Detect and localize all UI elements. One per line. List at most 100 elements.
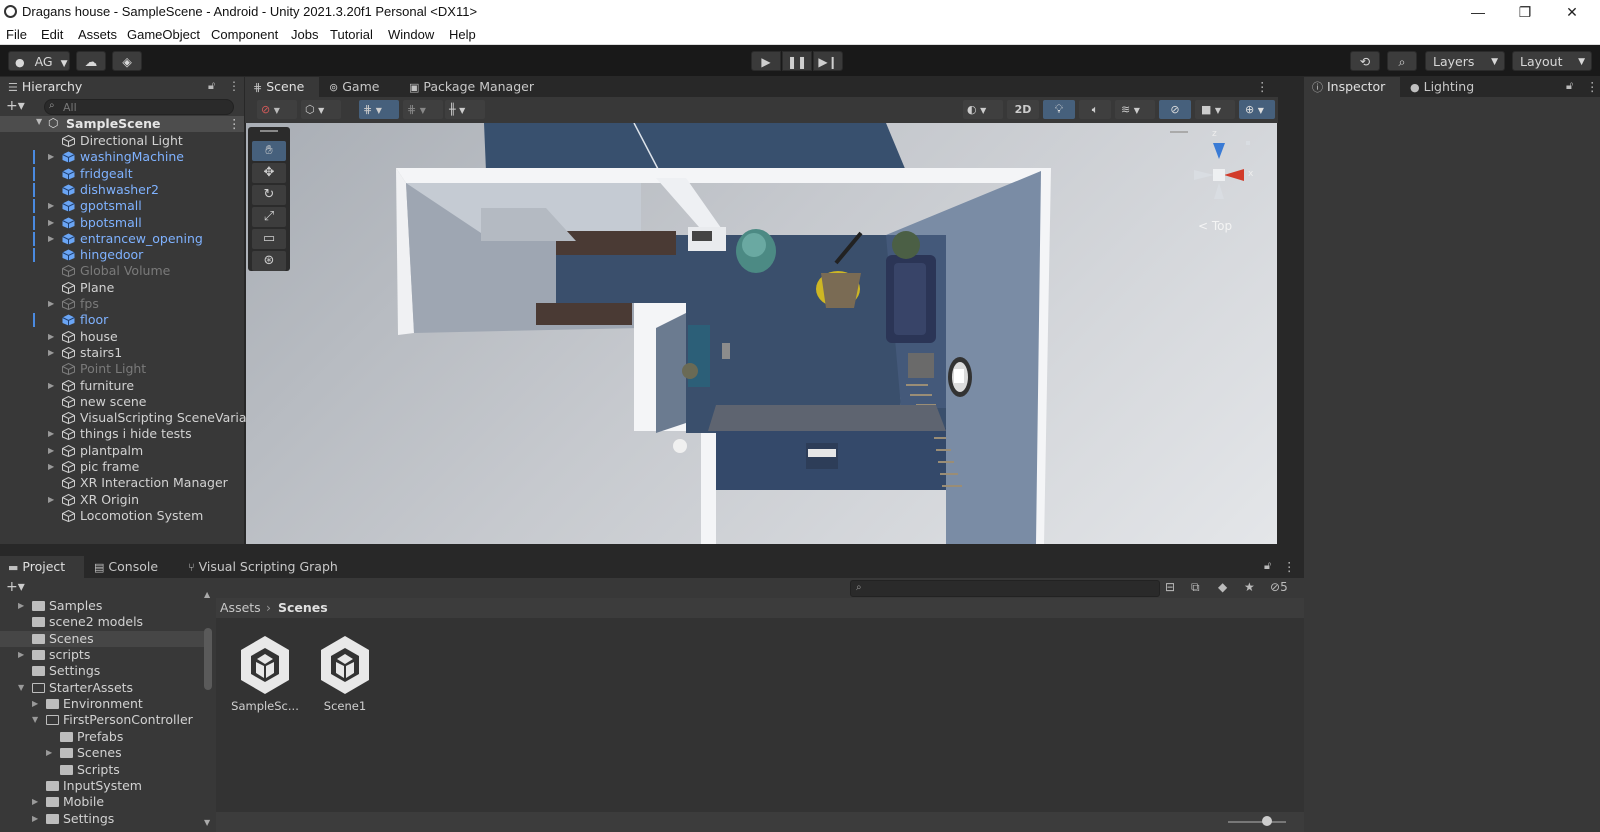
hierarchy-item[interactable]: dishwasher2 [0,182,243,199]
hierarchy-item[interactable]: fridgealt [0,166,243,183]
scene-row[interactable]: ▼ ⬡ SampleScene ⋮ [0,116,244,132]
draw-mode-button[interactable]: ⊘ ▼ [257,100,297,119]
hierarchy-item[interactable]: ▶ stairs1 [0,345,243,362]
transform-tool-button[interactable]: ⊛ [252,251,286,271]
folder-item[interactable]: ▶ scripts [0,647,204,664]
expand-arrow-icon[interactable]: ▶ [48,149,54,165]
menu-window[interactable]: Window [388,27,434,42]
rotate-tool-button[interactable]: ↻ [252,185,286,205]
expand-arrow-icon[interactable]: ▶ [18,647,24,663]
menu-tutorial[interactable]: Tutorial [330,27,373,42]
label-icon[interactable]: ◆ [1218,580,1227,594]
tab-game[interactable]: ⊚ Game [321,77,387,97]
maximize-button[interactable]: ❐ [1502,2,1548,22]
render-mode-button[interactable]: ◐ ▼ [963,100,1003,119]
hierarchy-item[interactable]: ▶ things i hide tests [0,426,243,443]
toggle-2d-button[interactable]: 2D [1007,100,1039,119]
expand-arrow-icon[interactable]: ▶ [48,198,54,214]
expand-arrow-icon[interactable]: ▶ [48,296,54,312]
hierarchy-item[interactable]: Global Volume [0,263,243,280]
folder-item[interactable]: Prefabs [0,729,204,746]
search-button[interactable]: ⌕ [1387,51,1417,71]
zoom-slider-thumb[interactable] [1262,816,1272,826]
pause-button[interactable]: ❚❚ [782,51,812,71]
menu-component[interactable]: Component [211,27,278,42]
hierarchy-item[interactable]: ▶ fps [0,296,243,313]
cloud-button[interactable]: ☁ [76,51,106,71]
expand-arrow-icon[interactable]: ▶ [18,598,24,614]
collapse-arrow-icon[interactable]: ▼ [18,680,24,696]
hierarchy-item[interactable]: ▶ gpotsmall [0,198,243,215]
hierarchy-item[interactable]: ▶ house [0,329,243,346]
menu-jobs[interactable]: Jobs [291,27,318,42]
breadcrumb-scenes[interactable]: Scenes [278,600,328,615]
camera-button[interactable]: ■ ▼ [1195,100,1235,119]
folder-item[interactable]: ▶ Settings [0,811,204,828]
hierarchy-item[interactable]: ▶ plantpalm [0,443,243,460]
hidden-objects-toggle[interactable]: ⊘ [1159,100,1191,119]
more-icon[interactable]: ⋮ [228,116,241,131]
scroll-up-icon[interactable]: ▲ [204,590,210,599]
menu-edit[interactable]: Edit [41,27,63,42]
folder-item[interactable]: ▶ Samples [0,598,204,615]
hierarchy-item[interactable]: VisualScripting SceneVaria [0,410,247,427]
effects-button[interactable]: ≋ ▼ [1115,100,1155,119]
scale-tool-button[interactable]: ⤢ [252,207,286,227]
hierarchy-item[interactable]: ▶ bpotsmall [0,215,243,232]
hierarchy-item[interactable]: ▶ furniture [0,378,243,395]
star-icon[interactable]: ★ [1244,580,1255,594]
folder-item[interactable]: Settings [0,663,204,680]
project-search-input[interactable]: ⌕ [850,580,1160,597]
tab-inspector[interactable]: ⓘ Inspector [1304,77,1400,97]
folder-item[interactable]: Scripts [0,762,204,779]
snap-button[interactable]: ⋕ ▼ [403,100,443,119]
hierarchy-item[interactable]: Directional Light [0,133,243,150]
folder-item[interactable]: scene2 models [0,614,204,631]
shading-button[interactable]: ⬡ ▼ [301,100,341,119]
folder-item[interactable]: ▼ StarterAssets [0,680,204,697]
more-icon[interactable]: ⋮ [228,79,240,93]
expand-arrow-icon[interactable]: ▶ [48,459,54,475]
more-icon[interactable]: ⋮ [1586,79,1599,94]
tab-console[interactable]: ▤ Console [86,556,166,578]
folder-item[interactable]: ▶ Scenes [0,745,204,762]
menu-assets[interactable]: Assets [78,27,117,42]
tab-scene[interactable]: ⋕ Scene [245,77,319,97]
zoom-slider[interactable] [1228,821,1286,823]
filter-icon[interactable]: ⧉ [1191,580,1200,595]
lock-icon[interactable]: 🔓︎ [1566,79,1573,93]
asset-item[interactable]: SampleSc... [230,634,300,713]
hierarchy-item[interactable]: hingedoor [0,247,243,264]
rect-tool-button[interactable]: ▭ [252,229,286,249]
more-icon[interactable]: ⋮ [1256,79,1269,94]
hierarchy-item[interactable]: Plane [0,280,243,297]
splitter[interactable] [0,546,1304,556]
minimize-button[interactable]: — [1455,2,1501,22]
folder-item[interactable]: ▼ FirstPersonController [0,712,204,729]
hierarchy-item[interactable]: ▶ pic frame [0,459,243,476]
history-button[interactable]: ⟲ [1350,51,1380,71]
tab-package-manager[interactable]: ▣ Package Manager [401,77,542,97]
folder-item[interactable]: Scenes [0,630,204,648]
expand-arrow-icon[interactable]: ▶ [48,345,54,361]
hierarchy-item[interactable]: Locomotion System [0,508,243,525]
hierarchy-item[interactable]: ▶ XR Origin [0,492,243,509]
hidden-packages-button[interactable]: ⊘5 [1270,580,1288,594]
tab-lighting[interactable]: ● Lighting [1402,77,1482,97]
hierarchy-search-input[interactable]: ⌕ All [44,99,234,115]
increment-snap-button[interactable]: ╫ ▼ [445,100,485,119]
grid-snap-button[interactable]: ⋕ ▼ [359,100,399,119]
add-icon[interactable]: +▾ [6,579,25,595]
hierarchy-item[interactable]: XR Interaction Manager [0,475,243,492]
expand-arrow-icon[interactable]: ▶ [48,426,54,442]
expand-arrow-icon[interactable]: ▶ [32,696,38,712]
lock-icon[interactable]: 🔓︎ [1264,559,1271,573]
collab-button[interactable]: ◈ [112,51,142,71]
hierarchy-item[interactable]: new scene [0,394,243,411]
folder-item[interactable]: InputSystem [0,778,204,795]
expand-arrow-icon[interactable]: ▶ [48,215,54,231]
expand-arrow-icon[interactable]: ▶ [48,492,54,508]
menu-help[interactable]: Help [449,27,476,42]
play-button[interactable]: ▶ [751,51,781,71]
tree-scrollbar[interactable] [204,628,212,690]
